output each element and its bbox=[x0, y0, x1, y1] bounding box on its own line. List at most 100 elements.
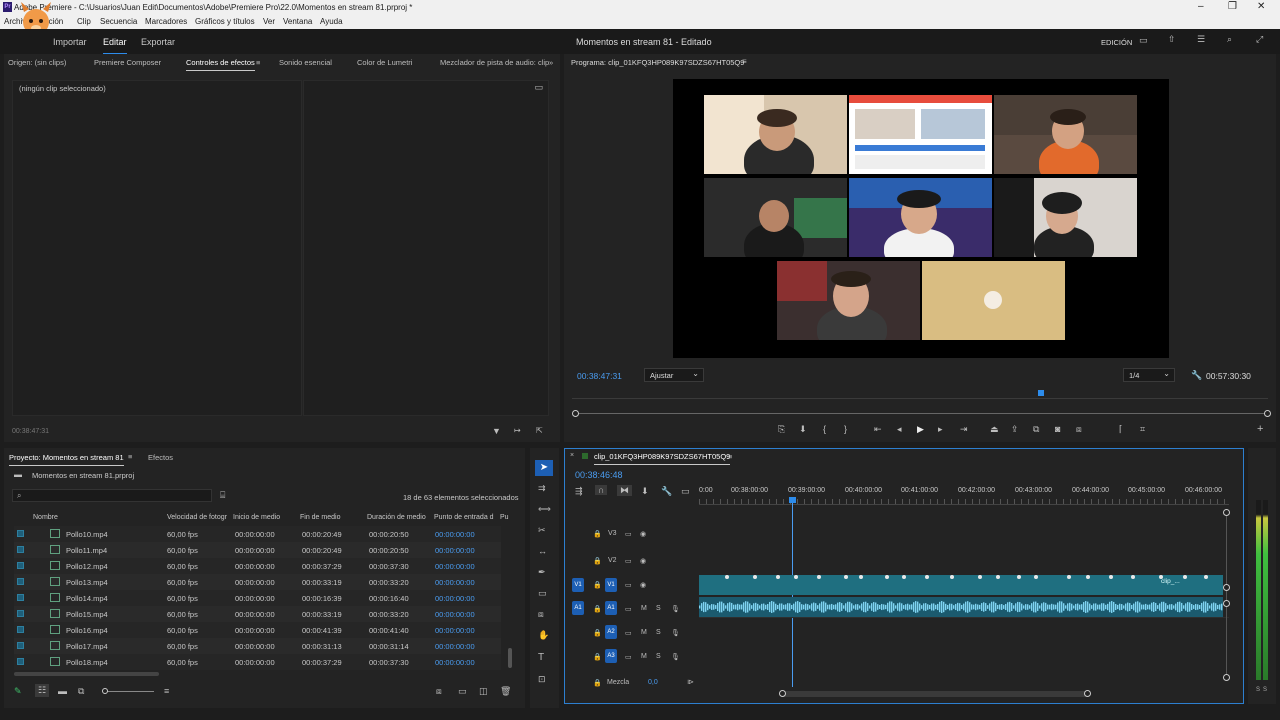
col-punto-entrada[interactable]: Punto de entrada d bbox=[434, 514, 494, 521]
vertical-scrollbar[interactable] bbox=[508, 648, 512, 668]
lift-icon[interactable]: ⏏ bbox=[990, 424, 999, 435]
col-pu[interactable]: Pu bbox=[500, 514, 509, 521]
solo-left[interactable]: S bbox=[1256, 687, 1260, 693]
clip-edit-marker[interactable] bbox=[902, 575, 906, 579]
table-row[interactable]: Pollo16.mp4 60,00 fps 00:00:00:00 00:00:41:… bbox=[14, 622, 501, 638]
timeline-timecode[interactable]: 00:38:46:48 bbox=[575, 470, 623, 480]
table-row[interactable]: Pollo18.mp4 60,00 fps 00:00:00:00 00:00:37:… bbox=[14, 654, 501, 670]
transform-icon[interactable]: ⧈ bbox=[538, 609, 544, 620]
add-button-icon[interactable]: + bbox=[1257, 423, 1263, 435]
lock-icon[interactable]: 🔒 bbox=[593, 629, 602, 637]
clip-edit-marker[interactable] bbox=[885, 575, 889, 579]
lock-icon[interactable]: 🔒 bbox=[593, 653, 602, 661]
panel-menu-icon[interactable]: ≡ bbox=[256, 58, 260, 67]
clip-edit-marker[interactable] bbox=[950, 575, 954, 579]
track-label-a2[interactable]: A2 bbox=[605, 625, 617, 639]
panel-layout-icon[interactable]: ▭ bbox=[1139, 35, 1148, 46]
track-select-icon[interactable]: ⇉ bbox=[538, 483, 546, 494]
label-color-chip[interactable] bbox=[17, 546, 24, 553]
caption-icon[interactable]: ⊡ bbox=[538, 674, 546, 685]
snap-icon[interactable]: ⌗ bbox=[1140, 424, 1145, 435]
col-inicio[interactable]: Inicio de medio bbox=[233, 514, 280, 521]
in-point[interactable]: 00:00:00:00 bbox=[435, 626, 475, 635]
more-tabs-icon[interactable]: » bbox=[549, 58, 553, 67]
clip-edit-marker[interactable] bbox=[859, 575, 863, 579]
clip-edit-marker[interactable] bbox=[1109, 575, 1113, 579]
timeline-menu-icon[interactable]: ≡ bbox=[728, 452, 732, 461]
mute-button[interactable]: M bbox=[641, 629, 647, 636]
clip-edit-marker[interactable] bbox=[794, 575, 798, 579]
col-duracion[interactable]: Duración de medio bbox=[367, 514, 426, 521]
sort-icon[interactable]: ≡ bbox=[164, 686, 169, 696]
mix-end-icon[interactable]: ⧐ bbox=[687, 678, 694, 686]
label-color-chip[interactable] bbox=[17, 642, 24, 649]
tab-sonido-esencial[interactable]: Sonido esencial bbox=[279, 58, 332, 67]
marker-icon[interactable]: ⬇ bbox=[641, 486, 649, 497]
nest-icon[interactable]: ⇶ bbox=[575, 486, 583, 497]
clip-edit-marker[interactable] bbox=[844, 575, 848, 579]
step-forward-icon[interactable]: ▸ bbox=[938, 424, 943, 435]
program-playhead[interactable] bbox=[1038, 390, 1045, 396]
filter-icon[interactable]: ▼ bbox=[492, 426, 501, 436]
clip-edit-marker[interactable] bbox=[1131, 575, 1135, 579]
mic-icon[interactable]: 🎙 bbox=[671, 605, 680, 613]
clip-edit-marker[interactable] bbox=[1017, 575, 1021, 579]
clip-edit-marker[interactable] bbox=[925, 575, 929, 579]
razor-icon[interactable]: ✂ bbox=[538, 525, 546, 536]
minimize-icon[interactable]: – bbox=[1198, 1, 1204, 12]
automate-icon[interactable]: ⧈ bbox=[436, 686, 442, 697]
solo-right[interactable]: S bbox=[1263, 687, 1267, 693]
track-label-a3[interactable]: A3 bbox=[605, 649, 617, 663]
slip-icon[interactable]: ↔ bbox=[538, 546, 547, 556]
tab-mezclador-audio[interactable]: Mezclador de pista de audio: clip bbox=[440, 58, 549, 67]
new-bin-search-icon[interactable]: ⌸ bbox=[220, 490, 225, 501]
track-label-v1[interactable]: V1 bbox=[605, 578, 617, 592]
insert-marker-icon[interactable]: ⎘ bbox=[778, 424, 785, 435]
in-point[interactable]: 00:00:00:00 bbox=[435, 610, 475, 619]
mic-icon[interactable]: 🎙 bbox=[671, 629, 680, 637]
clip-edit-marker[interactable] bbox=[776, 575, 780, 579]
timeline-h-scrollbar[interactable] bbox=[699, 690, 1227, 697]
add-marker-icon[interactable]: ⬇ bbox=[799, 424, 807, 435]
fit-dropdown[interactable]: Ajustar ⌄ bbox=[644, 368, 704, 382]
restore-icon[interactable]: ❐ bbox=[1228, 1, 1237, 12]
tab-color-lumetri[interactable]: Color de Lumetri bbox=[357, 58, 412, 67]
program-menu-icon[interactable]: ≡ bbox=[742, 57, 747, 66]
clip-edit-marker[interactable] bbox=[1067, 575, 1071, 579]
label-color-chip[interactable] bbox=[17, 578, 24, 585]
tab-importar[interactable]: Importar bbox=[53, 37, 87, 47]
multicam-icon[interactable]: ⧈ bbox=[1076, 424, 1082, 435]
source-patch-v1[interactable]: V1 bbox=[572, 578, 584, 592]
solo-button[interactable]: S bbox=[656, 653, 661, 660]
captions-icon[interactable]: ▭ bbox=[681, 486, 690, 497]
v-scroll-track[interactable] bbox=[1223, 509, 1230, 681]
mic-icon[interactable]: 🎙 bbox=[671, 653, 680, 661]
label-color-chip[interactable] bbox=[17, 658, 24, 665]
table-row[interactable]: Pollo11.mp4 60,00 fps 00:00:00:00 00:00:20:… bbox=[14, 542, 501, 558]
selection-tool-icon[interactable]: ➤ bbox=[535, 460, 553, 476]
tab-premiere-composer[interactable]: Premiere Composer bbox=[94, 58, 161, 67]
tab-exportar[interactable]: Exportar bbox=[141, 37, 175, 47]
search-icon[interactable]: ⌕ bbox=[1227, 34, 1232, 45]
magnet-icon[interactable]: ∩ bbox=[595, 485, 608, 495]
in-point[interactable]: 00:00:00:00 bbox=[435, 642, 475, 651]
clip-edit-marker[interactable] bbox=[1086, 575, 1090, 579]
clip-edit-marker[interactable] bbox=[1183, 575, 1187, 579]
label-color-chip[interactable] bbox=[17, 610, 24, 617]
mute-button[interactable]: M bbox=[641, 653, 647, 660]
program-timecode[interactable]: 00:38:47:31 bbox=[577, 371, 622, 381]
sequence-tab[interactable]: clip_01KFQ3HP089K97SDZS67HT05Q9 bbox=[594, 452, 731, 465]
horizontal-scrollbar[interactable] bbox=[14, 672, 159, 676]
tab-controles-efectos[interactable]: Controles de efectos bbox=[186, 58, 255, 71]
close-tab-icon[interactable]: × bbox=[570, 452, 574, 459]
sync-lock-icon[interactable]: ▭ bbox=[625, 605, 632, 613]
table-row[interactable]: Pollo15.mp4 60,00 fps 00:00:00:00 00:00:33:… bbox=[14, 606, 501, 622]
play-icon[interactable]: ▶ bbox=[917, 424, 924, 435]
list-view-icon[interactable]: ☷ bbox=[35, 684, 50, 697]
source-patch-a1[interactable]: A1 bbox=[572, 601, 584, 615]
tab-proyecto[interactable]: Proyecto: Momentos en stream 81 bbox=[9, 453, 124, 466]
tab-efectos[interactable]: Efectos bbox=[148, 453, 173, 462]
clip-edit-marker[interactable] bbox=[753, 575, 757, 579]
pen-icon[interactable]: ✒ bbox=[538, 567, 546, 578]
in-point[interactable]: 00:00:00:00 bbox=[435, 658, 475, 667]
